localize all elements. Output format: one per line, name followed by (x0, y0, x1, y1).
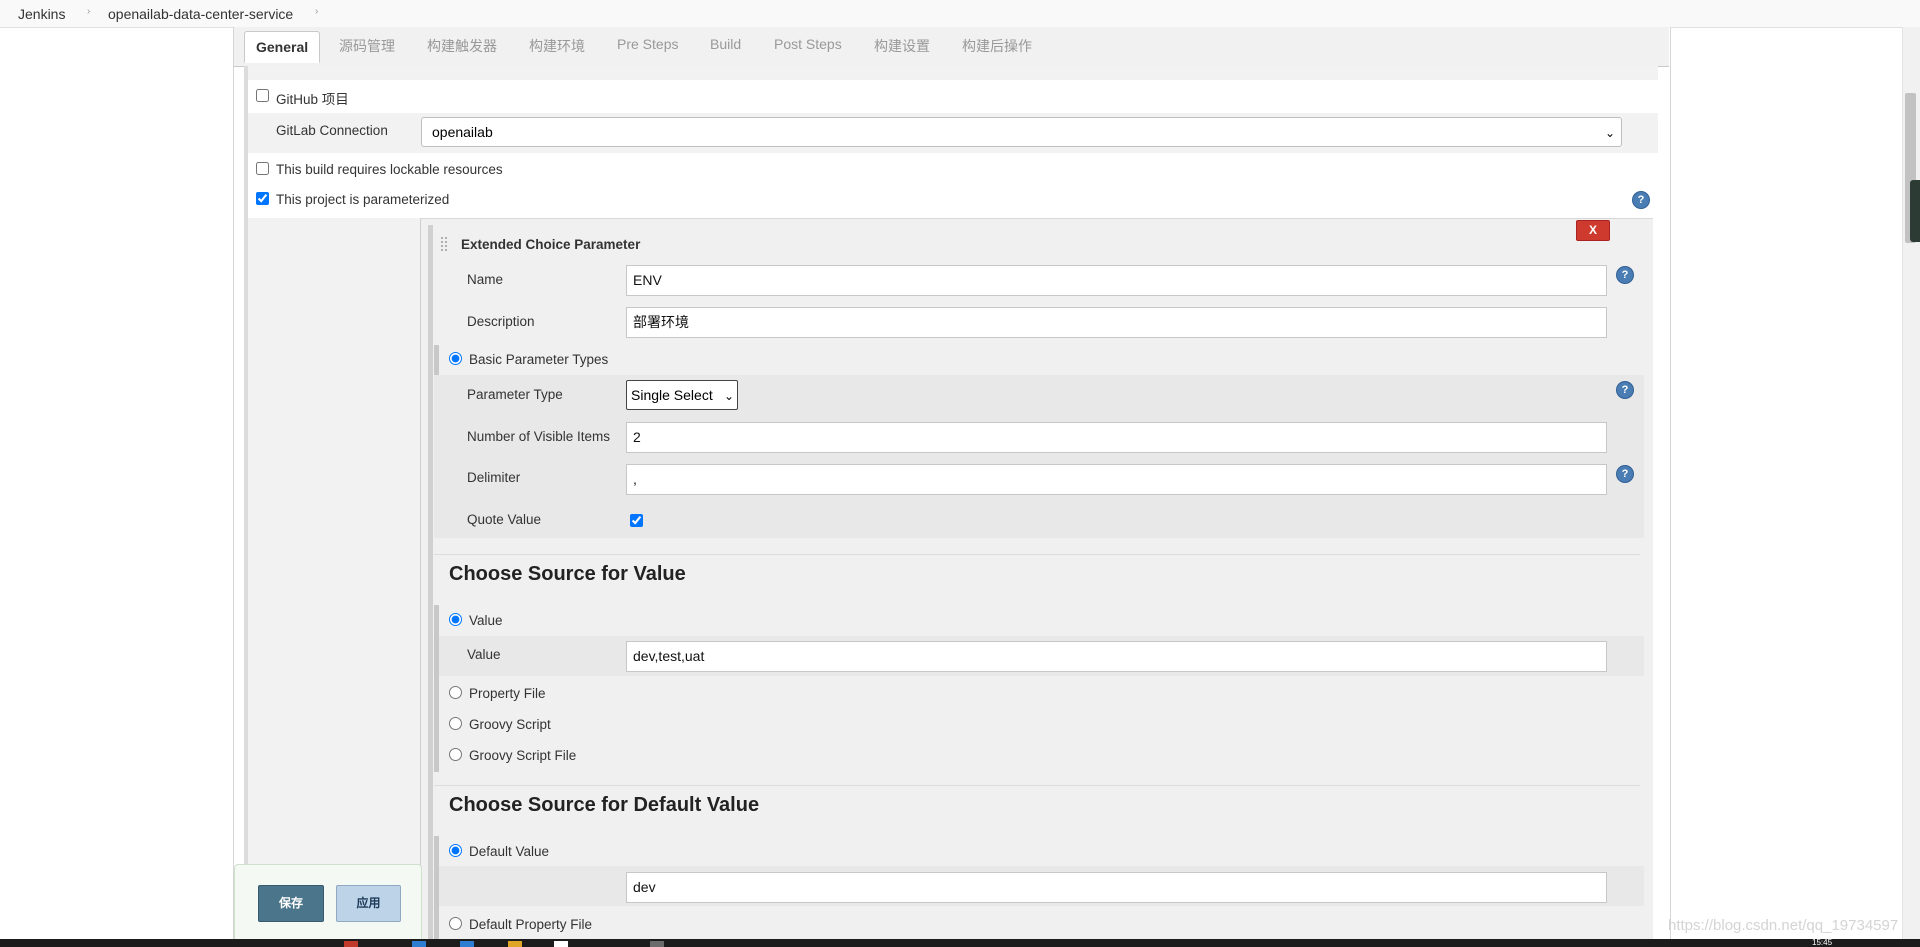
property-file-label: Property File (469, 686, 546, 701)
tab-bar: General 源码管理 构建触发器 构建环境 Pre Steps Build … (234, 27, 1669, 67)
help-icon[interactable]: ? (1617, 267, 1633, 283)
groovy-script-file-label: Groovy Script File (469, 748, 577, 763)
help-icon[interactable]: ? (1617, 466, 1633, 482)
side-widget-icon[interactable] (1910, 180, 1920, 242)
value-input[interactable]: dev,test,uat (626, 641, 1607, 672)
value-option-label: Value (469, 613, 503, 628)
tab-post-build[interactable]: 构建后操作 (962, 36, 1032, 56)
tab-build[interactable]: Build (710, 36, 741, 52)
default-value-label: Default Value (469, 844, 550, 859)
property-file-radio[interactable] (449, 686, 462, 699)
name-label: Name (467, 272, 504, 287)
description-label: Description (467, 314, 535, 329)
default-value-radio[interactable] (449, 844, 462, 857)
groovy-script-file-radio[interactable] (449, 748, 462, 761)
watermark: https://blog.csdn.net/qq_19734597 (1668, 917, 1899, 934)
taskbar-app-icon[interactable] (554, 941, 568, 947)
breadcrumb-jenkins[interactable]: Jenkins (18, 6, 65, 22)
delimiter-input[interactable]: , (626, 464, 1607, 495)
github-project-label: GitHub 项目 (276, 92, 349, 107)
lockable-resources-checkbox[interactable] (256, 162, 269, 175)
taskbar (0, 939, 1920, 947)
lockable-resources-label: This build requires lockable resources (276, 162, 503, 177)
description-input[interactable]: 部署环境 (626, 307, 1607, 338)
gitlab-connection-label: GitLab Connection (276, 123, 388, 138)
delimiter-label: Delimiter (467, 470, 521, 485)
taskbar-app-icon[interactable] (650, 941, 664, 947)
save-button[interactable]: 保存 (258, 885, 324, 922)
taskbar-app-icon[interactable] (344, 941, 358, 947)
breadcrumb-project[interactable]: openailab-data-center-service (108, 6, 293, 22)
default-property-file-radio[interactable] (449, 917, 462, 930)
github-project-checkbox[interactable] (256, 89, 269, 102)
visible-items-input[interactable]: 2 (626, 422, 1607, 453)
parameter-drag-bar (428, 225, 433, 939)
default-value-input[interactable]: dev (626, 872, 1607, 903)
help-icon[interactable]: ? (1633, 192, 1649, 208)
basic-types-block (434, 375, 1644, 538)
drag-handle-icon[interactable] (440, 236, 448, 252)
tab-build-env[interactable]: 构建环境 (529, 36, 585, 56)
divider (434, 785, 1640, 786)
tab-triggers[interactable]: 构建触发器 (427, 36, 497, 56)
parameter-type-select[interactable]: Single Select ⌄ (626, 380, 738, 410)
default-property-file-label: Default Property File (469, 917, 593, 932)
chevron-down-icon: ⌄ (723, 389, 734, 403)
apply-button[interactable]: 应用 (336, 885, 401, 922)
value-label: Value (467, 647, 501, 662)
name-input[interactable]: ENV (626, 265, 1607, 296)
parameterized-label: This project is parameterized (276, 192, 450, 207)
tab-pre-steps[interactable]: Pre Steps (617, 36, 678, 52)
groovy-script-label: Groovy Script (469, 717, 551, 732)
taskbar-app-icon[interactable] (508, 941, 522, 947)
help-icon[interactable]: ? (1617, 382, 1633, 398)
basic-types-label: Basic Parameter Types (469, 352, 609, 367)
tab-build-settings[interactable]: 构建设置 (874, 36, 930, 56)
parameter-type-label: Parameter Type (467, 387, 563, 402)
gitlab-connection-select[interactable]: openailab ⌄ (421, 117, 1622, 147)
basic-types-radio[interactable] (449, 352, 462, 365)
chevron-right-icon[interactable]: › (315, 6, 318, 17)
tab-post-steps[interactable]: Post Steps (774, 36, 842, 52)
visible-items-label: Number of Visible Items (467, 429, 611, 444)
parameter-indent (248, 218, 420, 939)
taskbar-app-icon[interactable] (412, 941, 426, 947)
section-band (248, 66, 1658, 80)
value-source-bar (434, 605, 439, 772)
value-radio[interactable] (449, 613, 462, 626)
gitlab-connection-value: openailab (432, 124, 493, 140)
quote-value-checkbox[interactable] (630, 514, 643, 527)
parameterized-checkbox[interactable] (256, 192, 269, 205)
taskbar-app-icon[interactable] (460, 941, 474, 947)
delete-parameter-button[interactable]: X (1576, 220, 1610, 241)
value-source-heading: Choose Source for Value (449, 563, 686, 585)
parameter-title: Extended Choice Parameter (461, 237, 641, 252)
breadcrumb: Jenkins › openailab-data-center-service … (0, 0, 1920, 28)
tab-general[interactable]: General (244, 31, 321, 63)
default-source-heading: Choose Source for Default Value (449, 794, 760, 816)
quote-value-label: Quote Value (467, 512, 542, 527)
parameter-type-value: Single Select (631, 387, 713, 403)
chevron-down-icon: ⌄ (1604, 126, 1615, 140)
tab-scm[interactable]: 源码管理 (339, 36, 395, 56)
groovy-script-radio[interactable] (449, 717, 462, 730)
chevron-right-icon: › (87, 6, 91, 17)
taskbar-clock: 15:45 (1812, 938, 1833, 947)
divider (434, 554, 1640, 555)
